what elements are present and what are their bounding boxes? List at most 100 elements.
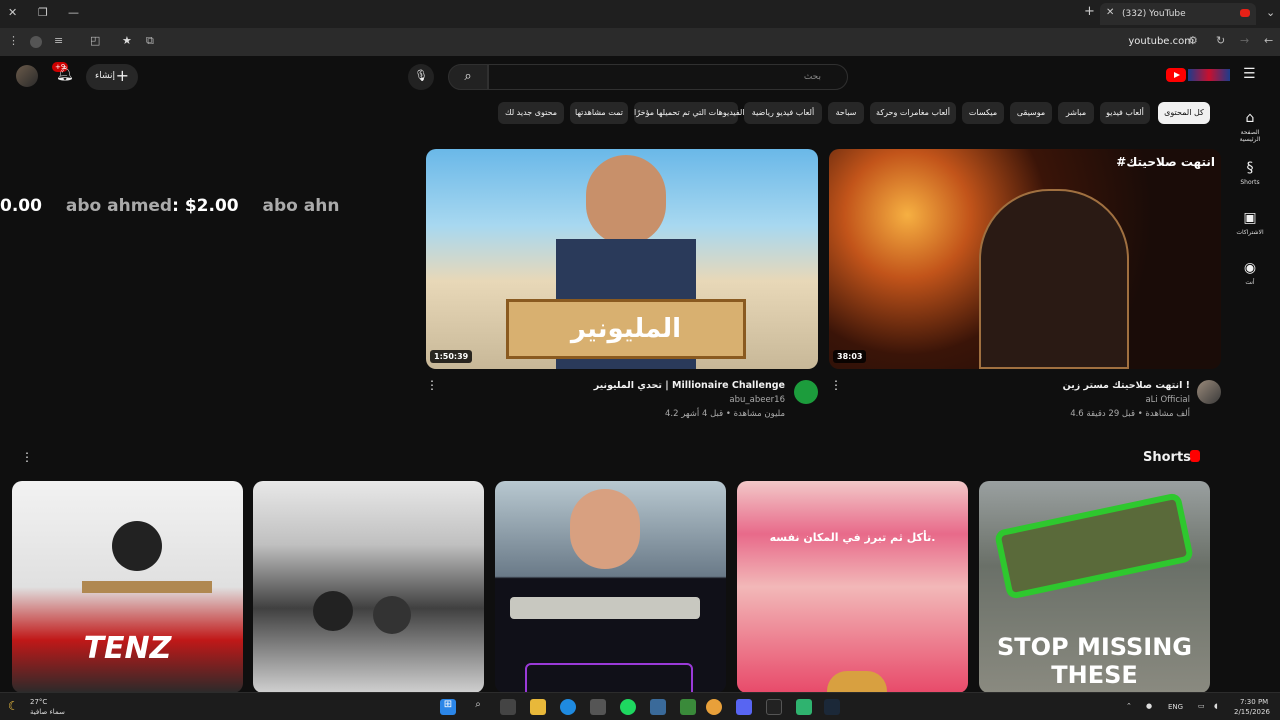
youtube-page: +9 🔔︎ إنشاء + 🎙︎ ⌕ بحث ☰ كل المحتوى ألعا… — [0, 56, 1280, 692]
shorts-menu-icon[interactable]: ⋮ — [21, 450, 33, 464]
video-thumbnail[interactable]: #انتهت صلاحيتك 38:03 — [829, 149, 1221, 369]
country-flag-logo — [1188, 69, 1230, 81]
ticker-name-1: abo ahmed — [65, 196, 173, 216]
channel-name[interactable]: abu_abeer16 — [729, 395, 785, 405]
back-icon[interactable]: ← — [1264, 34, 1273, 47]
edge-icon[interactable] — [560, 699, 576, 715]
short-card[interactable]: STOP MISSING THESE — [979, 481, 1210, 692]
create-button[interactable]: إنشاء + — [86, 64, 138, 90]
short-card[interactable] — [495, 481, 726, 692]
video-meta: 4.6 ألف مشاهدة • قبل 29 دقيقة — [1070, 409, 1190, 419]
minimize-window-icon[interactable]: — — [68, 6, 79, 19]
close-tab-icon[interactable]: ✕ — [1106, 7, 1114, 18]
search-icon[interactable]: ⌕ — [470, 699, 486, 715]
crate-illustration — [993, 492, 1195, 600]
chip-action-adventure[interactable]: ألعاب مغامرات وحركة — [870, 102, 956, 124]
xbox-icon[interactable] — [680, 699, 696, 715]
guide-home-label: الصفحة الرئيسية — [1239, 129, 1261, 143]
forward-icon[interactable]: → — [1240, 34, 1249, 47]
host-face-illustration — [586, 155, 666, 245]
channel-avatar[interactable] — [794, 380, 818, 404]
restore-window-icon[interactable]: ❐ — [38, 6, 48, 19]
guide-subscriptions[interactable]: ▣ الاشتراكات — [1232, 210, 1268, 236]
search-icon: ⌕ — [464, 69, 472, 84]
chrome-icon[interactable] — [706, 699, 722, 715]
search-input[interactable]: بحث — [488, 64, 848, 90]
volume-icon[interactable]: ◖ — [1214, 702, 1218, 710]
install-app-icon[interactable]: ⧉ — [146, 34, 154, 48]
terminal-icon[interactable] — [766, 699, 782, 715]
person-head-illustration — [112, 521, 162, 571]
guide-subscriptions-label: الاشتراكات — [1236, 229, 1264, 236]
home-icon: ⌂ — [1245, 110, 1255, 126]
short-card[interactable]: تأكل ثم تبرز في المكان نفسه. — [737, 481, 968, 692]
guide-you[interactable]: ◉ أنت — [1232, 260, 1268, 286]
task-view-icon[interactable] — [500, 699, 516, 715]
language-indicator[interactable]: ENG — [1168, 703, 1183, 711]
weather-temp: 27°C — [30, 698, 48, 706]
character-illustration — [979, 189, 1129, 369]
short-card[interactable] — [253, 481, 484, 692]
discord-icon[interactable] — [736, 699, 752, 715]
microphone-icon[interactable]: 🎙︎ — [408, 64, 434, 90]
start-icon[interactable]: ⊞ — [440, 699, 456, 715]
youtube-logo[interactable] — [1166, 68, 1186, 82]
mic-tray-icon[interactable]: ● — [1146, 702, 1152, 710]
app-icon[interactable] — [796, 699, 812, 715]
windows-taskbar: ☾ 27°C سماء صافية ⊞ ⌕ ⌃ ● ENG ▭ ◖ 7:30 P… — [0, 692, 1280, 720]
short-caption: تأكل ثم تبرز في المكان نفسه. — [769, 531, 936, 544]
video-duration: 1:50:39 — [430, 350, 473, 363]
chip-video-games[interactable]: ألعاب فيديو — [1100, 102, 1150, 124]
reload-icon[interactable]: ↻ — [1216, 34, 1225, 47]
network-icon[interactable]: ▭ — [1198, 702, 1205, 710]
weapon-frame — [525, 663, 693, 692]
app-icon[interactable] — [650, 699, 666, 715]
profile-avatar[interactable] — [30, 36, 42, 48]
chip-music[interactable]: موسيقى — [1010, 102, 1052, 124]
bookmark-star-icon[interactable]: ★ — [122, 34, 132, 47]
tab-youtube[interactable]: ✕ (332) YouTube — [1100, 3, 1256, 25]
chip-new-to-you[interactable]: محتوى جديد لك — [498, 102, 564, 124]
close-window-icon[interactable]: ✕ — [8, 6, 17, 19]
channel-avatar[interactable] — [1197, 380, 1221, 404]
bell-icon[interactable]: 🔔︎ — [56, 66, 74, 82]
video-menu-icon[interactable]: ⋮ — [426, 378, 438, 392]
clock-time[interactable]: 7:30 PM — [1240, 698, 1268, 706]
account-avatar[interactable] — [16, 65, 38, 87]
file-explorer-icon[interactable] — [530, 699, 546, 715]
chip-sports-games[interactable]: ألعاب فيديو رياضية — [744, 102, 822, 124]
ticker-amount-0: 0.00 — [0, 196, 42, 216]
video-thumbnail[interactable]: المليونير 1:50:39 — [426, 149, 818, 369]
store-icon[interactable] — [590, 699, 606, 715]
guide-home[interactable]: ⌂ الصفحة الرئيسية — [1232, 110, 1268, 143]
url-field[interactable]: youtube.com — [1128, 36, 1194, 47]
chip-watched[interactable]: تمت مشاهدتها — [570, 102, 628, 124]
video-title[interactable]: انتهت صلاحيتك مستر زين ! — [1063, 380, 1190, 391]
person-head-illustration — [373, 596, 411, 634]
create-label: إنشاء — [95, 71, 116, 81]
steam-icon[interactable] — [824, 699, 840, 715]
chip-live[interactable]: مباشر — [1058, 102, 1094, 124]
channel-name[interactable]: aLi Official — [1145, 395, 1190, 405]
search-button[interactable]: ⌕ — [448, 64, 488, 90]
chip-mixes[interactable]: ميكسات — [962, 102, 1004, 124]
short-card[interactable]: TENZ — [12, 481, 243, 692]
chip-swimming[interactable]: سباحة — [828, 102, 864, 124]
media-icon[interactable]: ≡ — [54, 34, 63, 47]
tray-chevron-icon[interactable]: ⌃ — [1126, 702, 1132, 710]
site-settings-icon[interactable]: ⚙ — [1188, 34, 1198, 47]
spotify-icon[interactable] — [620, 699, 636, 715]
chip-all[interactable]: كل المحتوى — [1158, 102, 1210, 124]
shorts-title: Shorts — [1143, 450, 1191, 465]
guide-shorts[interactable]: § Shorts — [1232, 160, 1268, 186]
video-menu-icon[interactable]: ⋮ — [830, 378, 842, 392]
address-bar: ⋮ ≡ ◰ ★ ⧉ youtube.com ⚙ ↻ → ← — [0, 28, 1280, 56]
clock-date[interactable]: 2/15/2026 — [1234, 708, 1270, 716]
video-title[interactable]: تحدي المليونير | Millionaire Challenge — [594, 380, 785, 391]
extensions-icon[interactable]: ◰ — [90, 34, 100, 47]
menu-dots-icon[interactable]: ⋮ — [8, 34, 19, 47]
tab-search-icon[interactable]: ⌄ — [1266, 6, 1275, 19]
hamburger-menu-icon[interactable]: ☰ — [1243, 66, 1256, 82]
new-tab-button[interactable]: + — [1084, 4, 1095, 19]
chip-recently-uploaded[interactable]: الفيديوهات التي تم تحميلها مؤخرًا — [634, 102, 745, 124]
